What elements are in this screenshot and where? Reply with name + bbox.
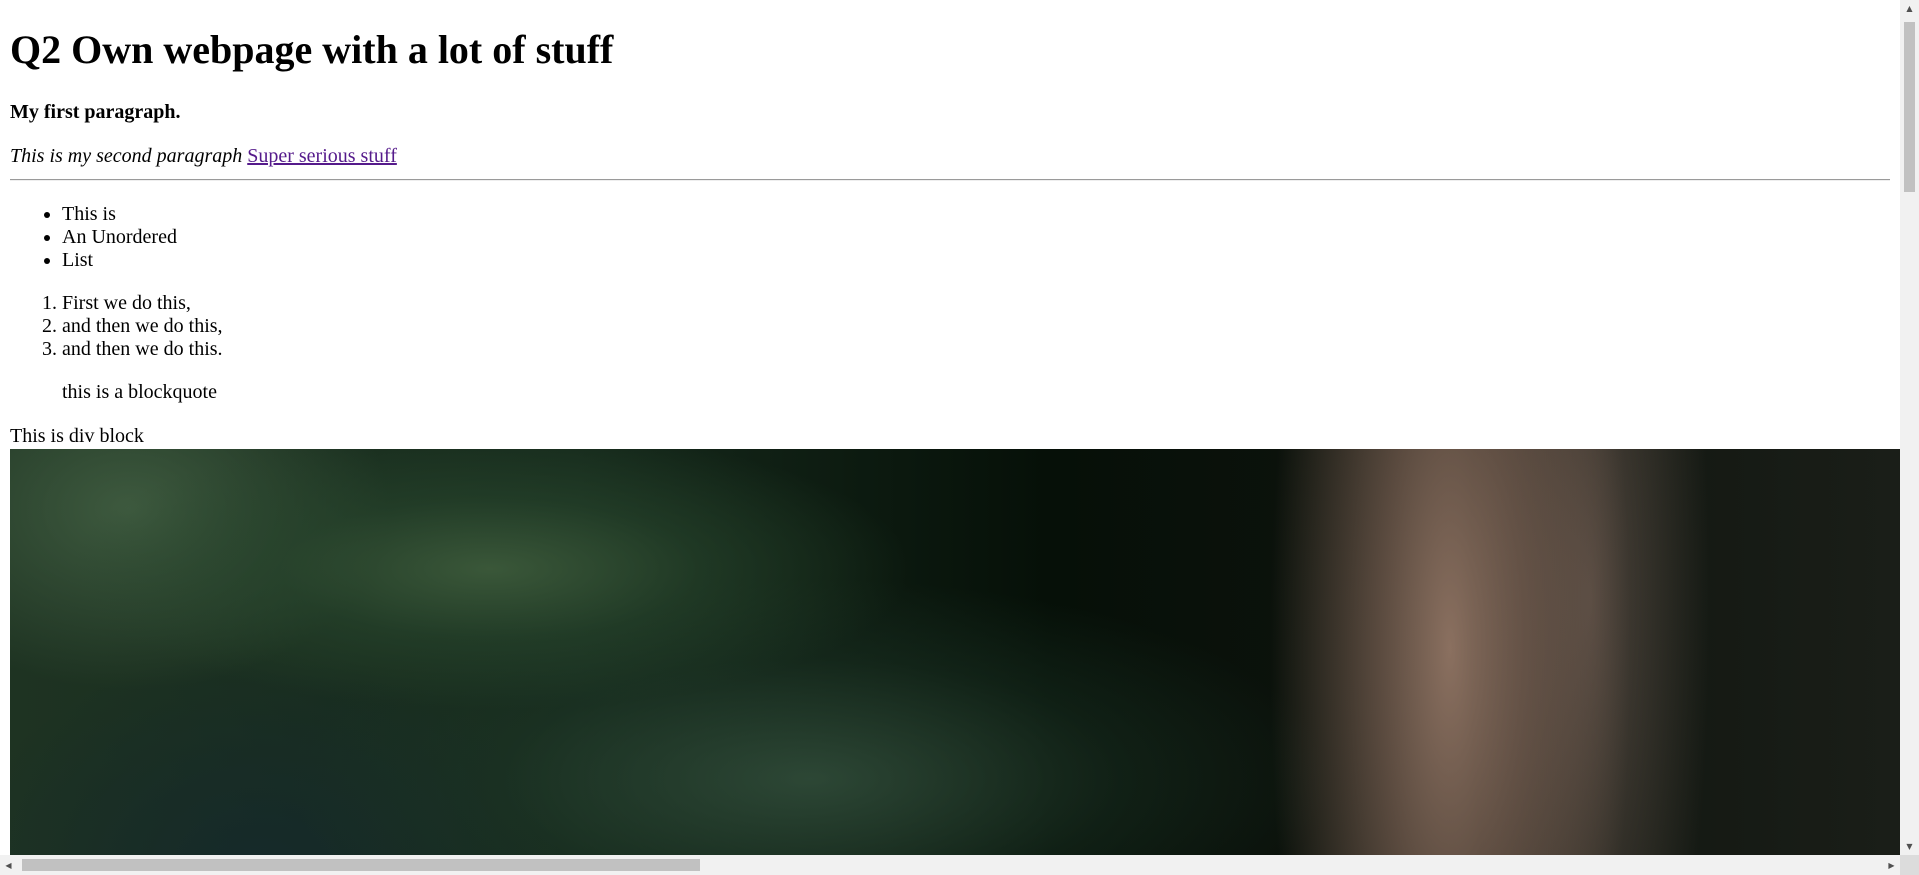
- list-item: First we do this,: [62, 292, 223, 315]
- vertical-scroll-thumb[interactable]: [1904, 22, 1915, 192]
- list-item: and then we do this.: [62, 338, 223, 361]
- page-title: Q2 Own webpage with a lot of stuff: [10, 27, 614, 72]
- list-item: and then we do this,: [62, 315, 223, 338]
- ordered-list: First we do this, and then we do this, a…: [10, 292, 223, 361]
- second-paragraph-text: This is my second paragraph: [10, 145, 243, 167]
- scrollbar-corner: [1900, 855, 1919, 875]
- super-serious-stuff-link[interactable]: Super serious stuff: [247, 145, 397, 167]
- browser-viewport: Q2 Own webpage with a lot of stuff My fi…: [0, 0, 1900, 855]
- scroll-down-arrow-icon[interactable]: ▼: [1900, 838, 1919, 855]
- horizontal-rule: [10, 179, 1890, 181]
- vertical-scrollbar[interactable]: ▲ ▼: [1900, 0, 1919, 855]
- photo-image: [10, 449, 1900, 855]
- div-block: This is div block: [10, 425, 144, 447]
- horizontal-scrollbar[interactable]: ◀ ▶: [0, 855, 1900, 875]
- list-item: An Unordered: [62, 226, 177, 249]
- horizontal-scroll-thumb[interactable]: [22, 859, 700, 871]
- second-paragraph: This is my second paragraph Super seriou…: [10, 145, 397, 168]
- scroll-up-arrow-icon[interactable]: ▲: [1900, 0, 1919, 17]
- first-paragraph: My first paragraph.: [10, 101, 181, 123]
- unordered-list: This is An Unordered List: [10, 203, 177, 272]
- scroll-left-arrow-icon[interactable]: ◀: [0, 855, 17, 875]
- list-item: List: [62, 249, 177, 272]
- list-item: This is: [62, 203, 177, 226]
- blockquote: this is a blockquote: [62, 381, 217, 403]
- scroll-right-arrow-icon[interactable]: ▶: [1883, 855, 1900, 875]
